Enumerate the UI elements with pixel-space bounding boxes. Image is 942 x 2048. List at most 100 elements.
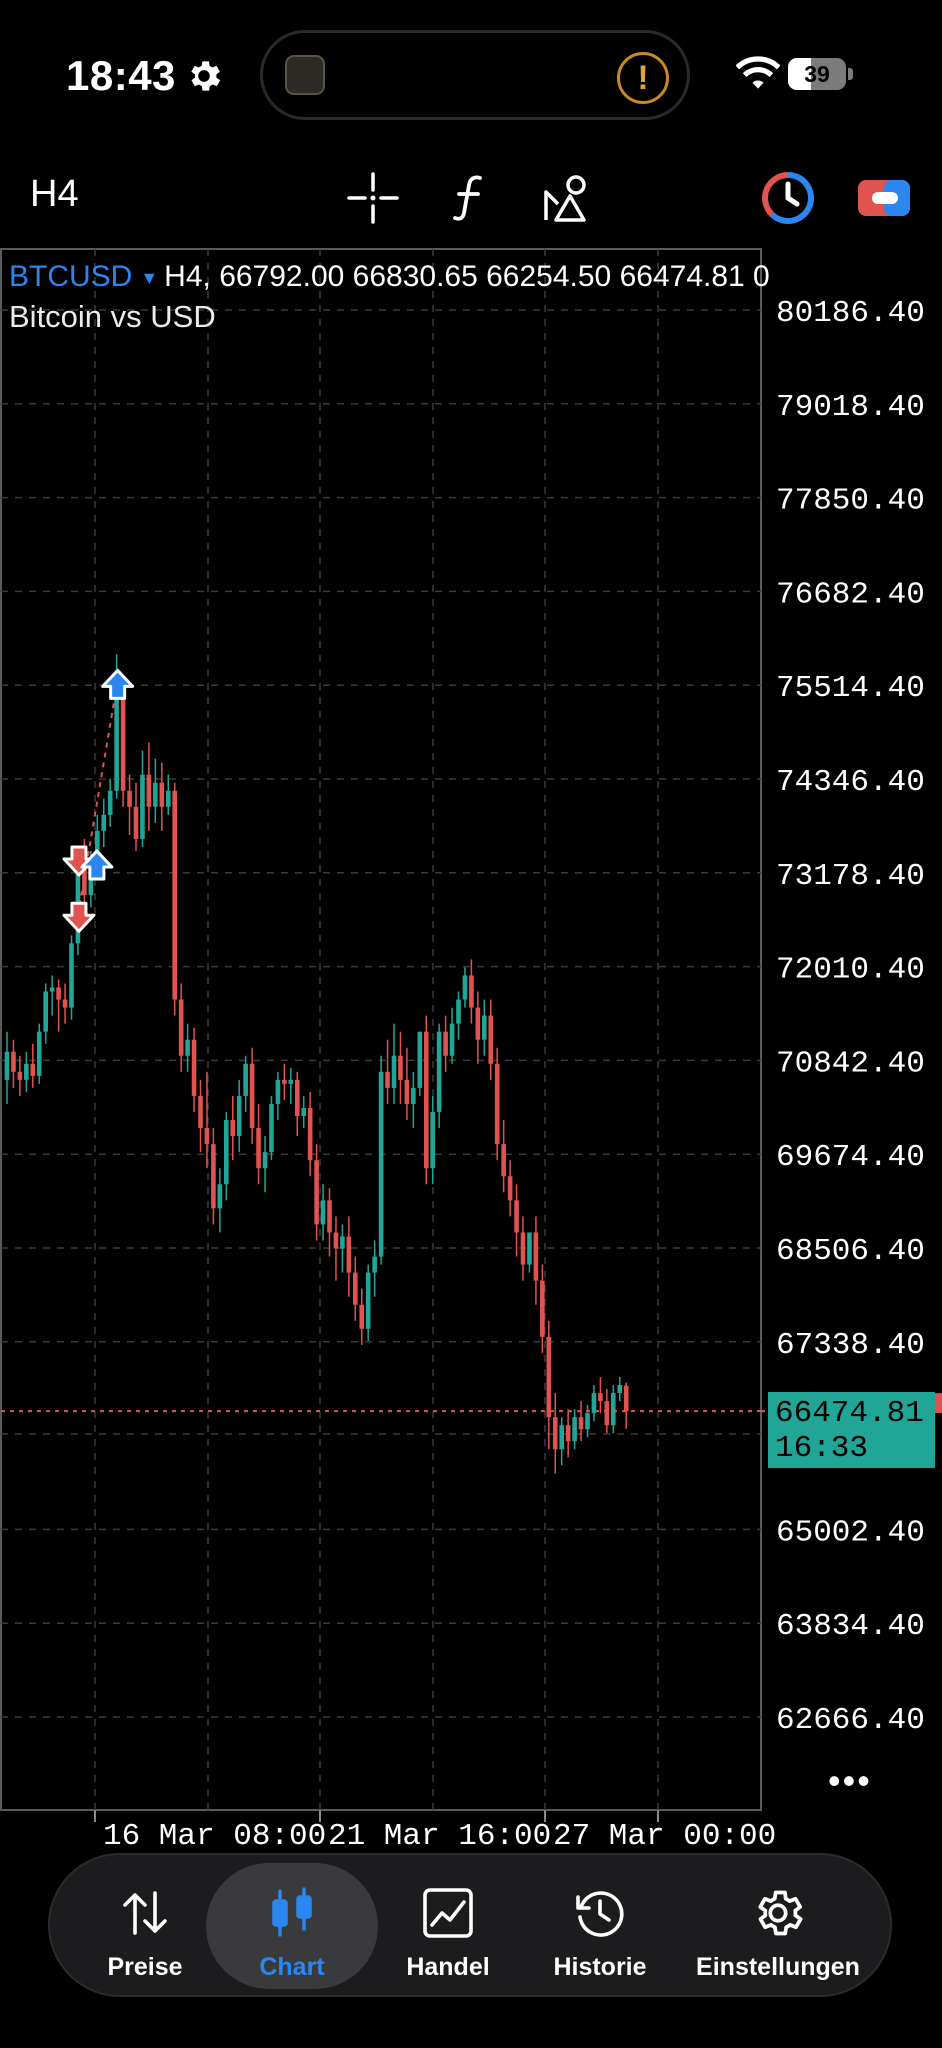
price-label: 62666.40: [776, 1703, 925, 1738]
candle-body: [17, 1071, 23, 1080]
more-options-icon[interactable]: •••: [828, 1760, 872, 1802]
trade-chart-icon: [423, 1888, 473, 1938]
nav-item-chart[interactable]: Chart: [206, 1863, 378, 1989]
candle-body: [494, 1063, 500, 1145]
candle-body: [249, 1063, 255, 1129]
candle-body: [133, 806, 139, 839]
candle-body: [56, 987, 61, 1000]
candle-body: [198, 1095, 203, 1129]
sell-arrow-icon: [62, 901, 96, 933]
candle-body: [301, 1107, 306, 1117]
candle-body: [340, 1236, 345, 1249]
indicator-f-icon[interactable]: [442, 170, 498, 226]
candle-body: [430, 1111, 435, 1169]
candle-body: [404, 1079, 410, 1104]
candle-body: [211, 1144, 216, 1209]
candle-body: [36, 1031, 42, 1076]
symbol-dropdown-icon[interactable]: ▼: [140, 268, 158, 288]
current-price-tag: 66474.81 16:33: [768, 1392, 935, 1468]
price-marker: [935, 1393, 942, 1414]
objects-icon[interactable]: [540, 170, 596, 226]
clock-ring-icon[interactable]: [760, 170, 816, 226]
price-label: 72010.40: [776, 953, 925, 988]
candle-body: [411, 1087, 416, 1104]
candle-body: [165, 790, 171, 807]
candle-body: [43, 991, 48, 1032]
candle-body: [114, 694, 119, 791]
candle-body: [69, 943, 74, 1008]
candle-body: [540, 1280, 545, 1337]
candle-body: [288, 1079, 294, 1084]
candle-body: [520, 1232, 526, 1265]
chart-frame: [0, 248, 762, 1811]
candle-body: [559, 1425, 564, 1450]
battery-level: 39: [804, 61, 830, 87]
candle-body: [146, 774, 152, 807]
candle-body: [365, 1272, 371, 1329]
battery-indicator: 39: [788, 58, 846, 90]
candle-body: [501, 1144, 506, 1177]
gear-icon: [758, 1890, 803, 1936]
candle-body: [159, 782, 165, 807]
candle-body: [204, 1128, 210, 1145]
candle-body: [243, 1063, 248, 1096]
candle-body: [217, 1184, 223, 1209]
candle-body: [24, 1063, 29, 1080]
nav-item-handel[interactable]: Handel: [375, 1863, 521, 1989]
wifi-icon: [736, 56, 780, 89]
candle-body: [449, 1023, 455, 1056]
buy-arrow-icon: [101, 668, 135, 700]
candle-body: [282, 1079, 287, 1084]
price-label: 73178.40: [776, 859, 925, 894]
alert-icon: !: [617, 52, 669, 104]
candle-body: [462, 975, 468, 1000]
candle-body: [353, 1272, 358, 1305]
candle-body: [443, 1031, 448, 1056]
candle-body: [378, 1071, 384, 1257]
timeframe-button[interactable]: H4: [30, 173, 79, 216]
candle-body: [417, 1031, 423, 1088]
nav-item-historie[interactable]: Historie: [520, 1863, 680, 1989]
nav-item-preise[interactable]: Preise: [80, 1863, 210, 1989]
candle-body: [507, 1176, 513, 1201]
toggle-icon[interactable]: [856, 170, 912, 226]
price-label: 79018.40: [776, 390, 925, 425]
crosshair-icon[interactable]: [345, 170, 401, 226]
candle-body: [191, 1039, 197, 1096]
candle-body: [546, 1336, 552, 1418]
candle-body: [591, 1393, 597, 1414]
candle-body: [275, 1079, 281, 1104]
candle-body: [314, 1160, 319, 1225]
time-label: 27 Mar 00:00: [553, 1819, 776, 1848]
candle-body: [269, 1103, 274, 1153]
candle-body: [565, 1425, 571, 1442]
nav-label: Einstellungen: [696, 1953, 860, 1981]
symbol-selector[interactable]: BTCUSD: [9, 260, 132, 293]
price-label: 77850.40: [776, 484, 925, 519]
price-chart[interactable]: 80186.40 79018.40 77850.40 76682.40 75514.40…: [0, 248, 942, 1848]
price-label: 69674.40: [776, 1140, 925, 1175]
candle-body: [572, 1417, 577, 1442]
history-icon: [576, 1891, 624, 1937]
candle-body: [514, 1200, 519, 1233]
nav-label: Preise: [107, 1953, 183, 1981]
candle-body: [307, 1107, 313, 1161]
candle-body: [11, 1051, 16, 1072]
candle-body: [172, 790, 177, 1000]
candle-body: [127, 790, 132, 807]
arrows-swap-icon: [123, 1891, 167, 1935]
candle-body: [320, 1200, 326, 1225]
candle-body: [62, 999, 68, 1008]
current-price: 66474.81: [775, 1396, 924, 1431]
nav-label: Handel: [406, 1953, 490, 1981]
nav-item-einstellungen[interactable]: Einstellungen: [678, 1863, 878, 1989]
candle-body: [533, 1232, 539, 1281]
candle-body: [398, 1055, 403, 1080]
candle-body: [107, 790, 113, 815]
candle-body: [482, 1015, 487, 1040]
nav-label: Historie: [553, 1953, 647, 1981]
candle-body: [611, 1393, 616, 1426]
candle-body: [456, 999, 461, 1024]
price-label: 74346.40: [776, 765, 925, 800]
candle-body: [101, 814, 107, 831]
